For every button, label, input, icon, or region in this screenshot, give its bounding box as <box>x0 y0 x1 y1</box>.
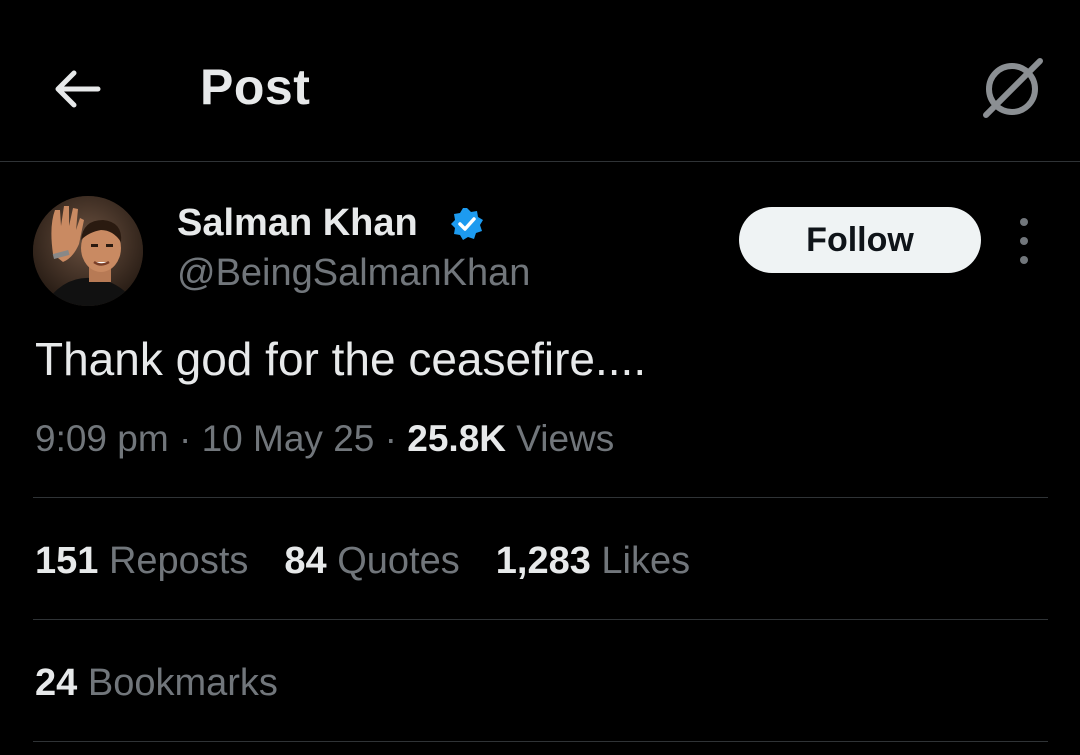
page-title: Post <box>200 59 311 115</box>
meta-separator: · <box>178 418 192 459</box>
post-text: Thank god for the ceasefire.... <box>35 333 647 385</box>
grok-slash-circle-icon <box>983 58 1043 118</box>
follow-button[interactable]: Follow <box>739 207 981 273</box>
reposts-count: 151 <box>35 540 99 582</box>
verified-badge-icon <box>449 206 485 242</box>
post-date[interactable]: 10 May 25 <box>202 418 375 459</box>
divider <box>33 497 1048 498</box>
top-bar: Post <box>0 0 1080 162</box>
likes-label: Likes <box>601 540 691 582</box>
arrow-left-icon <box>55 70 101 108</box>
views-label: Views <box>516 418 615 459</box>
back-button[interactable] <box>40 52 114 126</box>
likes-count: 1,283 <box>495 540 591 582</box>
post-time[interactable]: 9:09 pm <box>35 418 169 459</box>
more-dot <box>1020 237 1028 245</box>
divider <box>33 741 1048 742</box>
views-count: 25.8K <box>407 418 506 459</box>
engagement-stats: 151 Reposts 84 Quotes 1,283 Likes <box>35 540 726 583</box>
reposts-stat[interactable]: 151 Reposts <box>35 540 248 583</box>
more-options-button[interactable] <box>1004 218 1044 264</box>
divider <box>33 619 1048 620</box>
more-dots-icon <box>1020 218 1028 226</box>
more-dot <box>1020 256 1028 264</box>
display-name[interactable]: Salman Khan <box>177 202 418 245</box>
grok-button[interactable] <box>976 54 1050 122</box>
post-meta: 9:09 pm · 10 May 25 · 25.8K Views <box>35 418 614 460</box>
quotes-stat[interactable]: 84 Quotes <box>284 540 459 583</box>
reposts-label: Reposts <box>108 540 249 582</box>
profile-photo-icon <box>33 196 143 306</box>
quotes-label: Quotes <box>337 540 460 582</box>
author-handle[interactable]: @BeingSalmanKhan <box>177 252 530 295</box>
quotes-count: 84 <box>284 540 327 582</box>
likes-stat[interactable]: 1,283 Likes <box>496 540 690 583</box>
bookmarks-stat[interactable]: 24 Bookmarks <box>35 662 278 705</box>
meta-separator: · <box>384 418 397 459</box>
bookmarks-count: 24 <box>35 662 78 704</box>
bookmarks-label: Bookmarks <box>87 662 278 704</box>
avatar[interactable] <box>33 196 143 306</box>
